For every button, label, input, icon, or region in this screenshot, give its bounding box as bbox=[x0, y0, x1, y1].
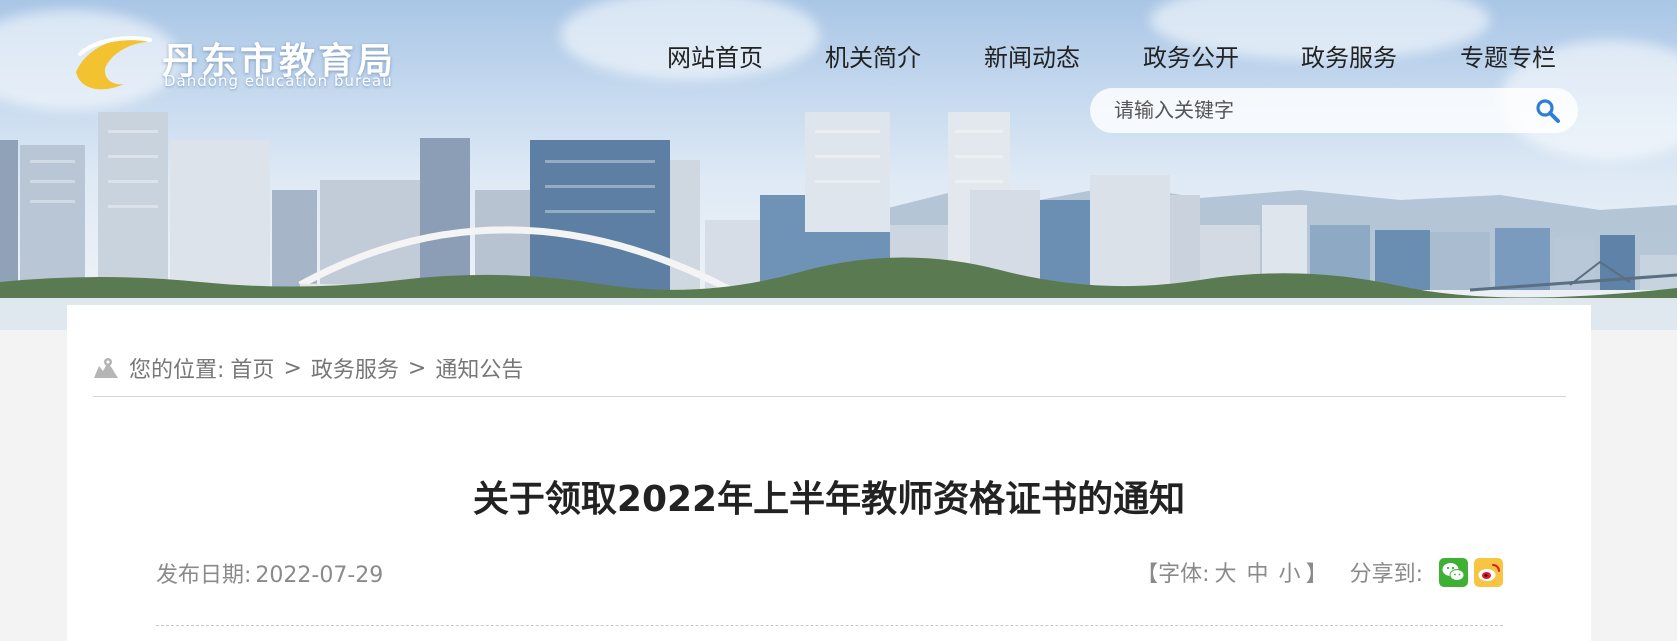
breadcrumb-separator: > bbox=[407, 355, 427, 381]
logo-subtitle: Dandong education bureau bbox=[164, 72, 393, 90]
wechat-icon[interactable] bbox=[1439, 557, 1468, 587]
font-size-small[interactable]: 小 bbox=[1279, 556, 1301, 588]
nav-item-special-topics[interactable]: 专题专栏 bbox=[1460, 38, 1556, 73]
font-size-label: 【字体: bbox=[1136, 562, 1210, 587]
breadcrumb-separator: > bbox=[283, 355, 302, 381]
divider bbox=[93, 396, 1566, 397]
nav-item-news[interactable]: 新闻动态 bbox=[984, 38, 1080, 73]
site-logo[interactable]: 丹东市教育局 Dandong education bureau bbox=[72, 32, 412, 94]
font-size-medium[interactable]: 中 bbox=[1247, 556, 1269, 588]
nav-item-gov-affairs[interactable]: 政务公开 bbox=[1143, 38, 1239, 73]
search-input[interactable] bbox=[1114, 94, 1514, 126]
nav-item-home[interactable]: 网站首页 bbox=[667, 38, 763, 73]
article-title: 关于领取2022年上半年教师资格证书的通知 bbox=[472, 479, 1186, 520]
breadcrumb-item-gov-services[interactable]: 政务服务 bbox=[311, 352, 399, 384]
nav-item-gov-services[interactable]: 政务服务 bbox=[1301, 38, 1397, 73]
article-tools: 【字体: 大 中 小 】 分享到: bbox=[1136, 555, 1503, 589]
font-size-label-close: 】 bbox=[1305, 562, 1328, 587]
breadcrumb: 您的位置: 首页 > 政务服务 > 通知公告 bbox=[93, 353, 523, 383]
breadcrumb-item-notices[interactable]: 通知公告 bbox=[435, 352, 523, 384]
divider-dashed bbox=[156, 625, 1503, 626]
publish-date-label: 发布日期: bbox=[156, 563, 252, 588]
location-map-icon bbox=[94, 358, 118, 378]
content-card: 您的位置: 首页 > 政务服务 > 通知公告 关于领取2022年上半年教师资格证… bbox=[67, 305, 1591, 641]
breadcrumb-prefix: 您的位置: bbox=[129, 358, 225, 383]
font-size-large[interactable]: 大 bbox=[1215, 556, 1237, 588]
publish-date-value: 2022-07-29 bbox=[255, 563, 384, 588]
breadcrumb-item-home[interactable]: 首页 bbox=[230, 352, 274, 384]
swoosh-logo-icon bbox=[76, 36, 152, 90]
publish-date: 发布日期: 2022-07-29 bbox=[156, 557, 383, 589]
header-banner: 丹东市教育局 Dandong education bureau 网站首页 机关简… bbox=[0, 0, 1677, 330]
search-icon[interactable] bbox=[1534, 97, 1562, 125]
nav-item-about[interactable]: 机关简介 bbox=[825, 38, 921, 73]
search-box bbox=[1090, 88, 1578, 133]
share-label: 分享到: bbox=[1349, 562, 1423, 587]
weibo-icon[interactable] bbox=[1474, 557, 1503, 587]
